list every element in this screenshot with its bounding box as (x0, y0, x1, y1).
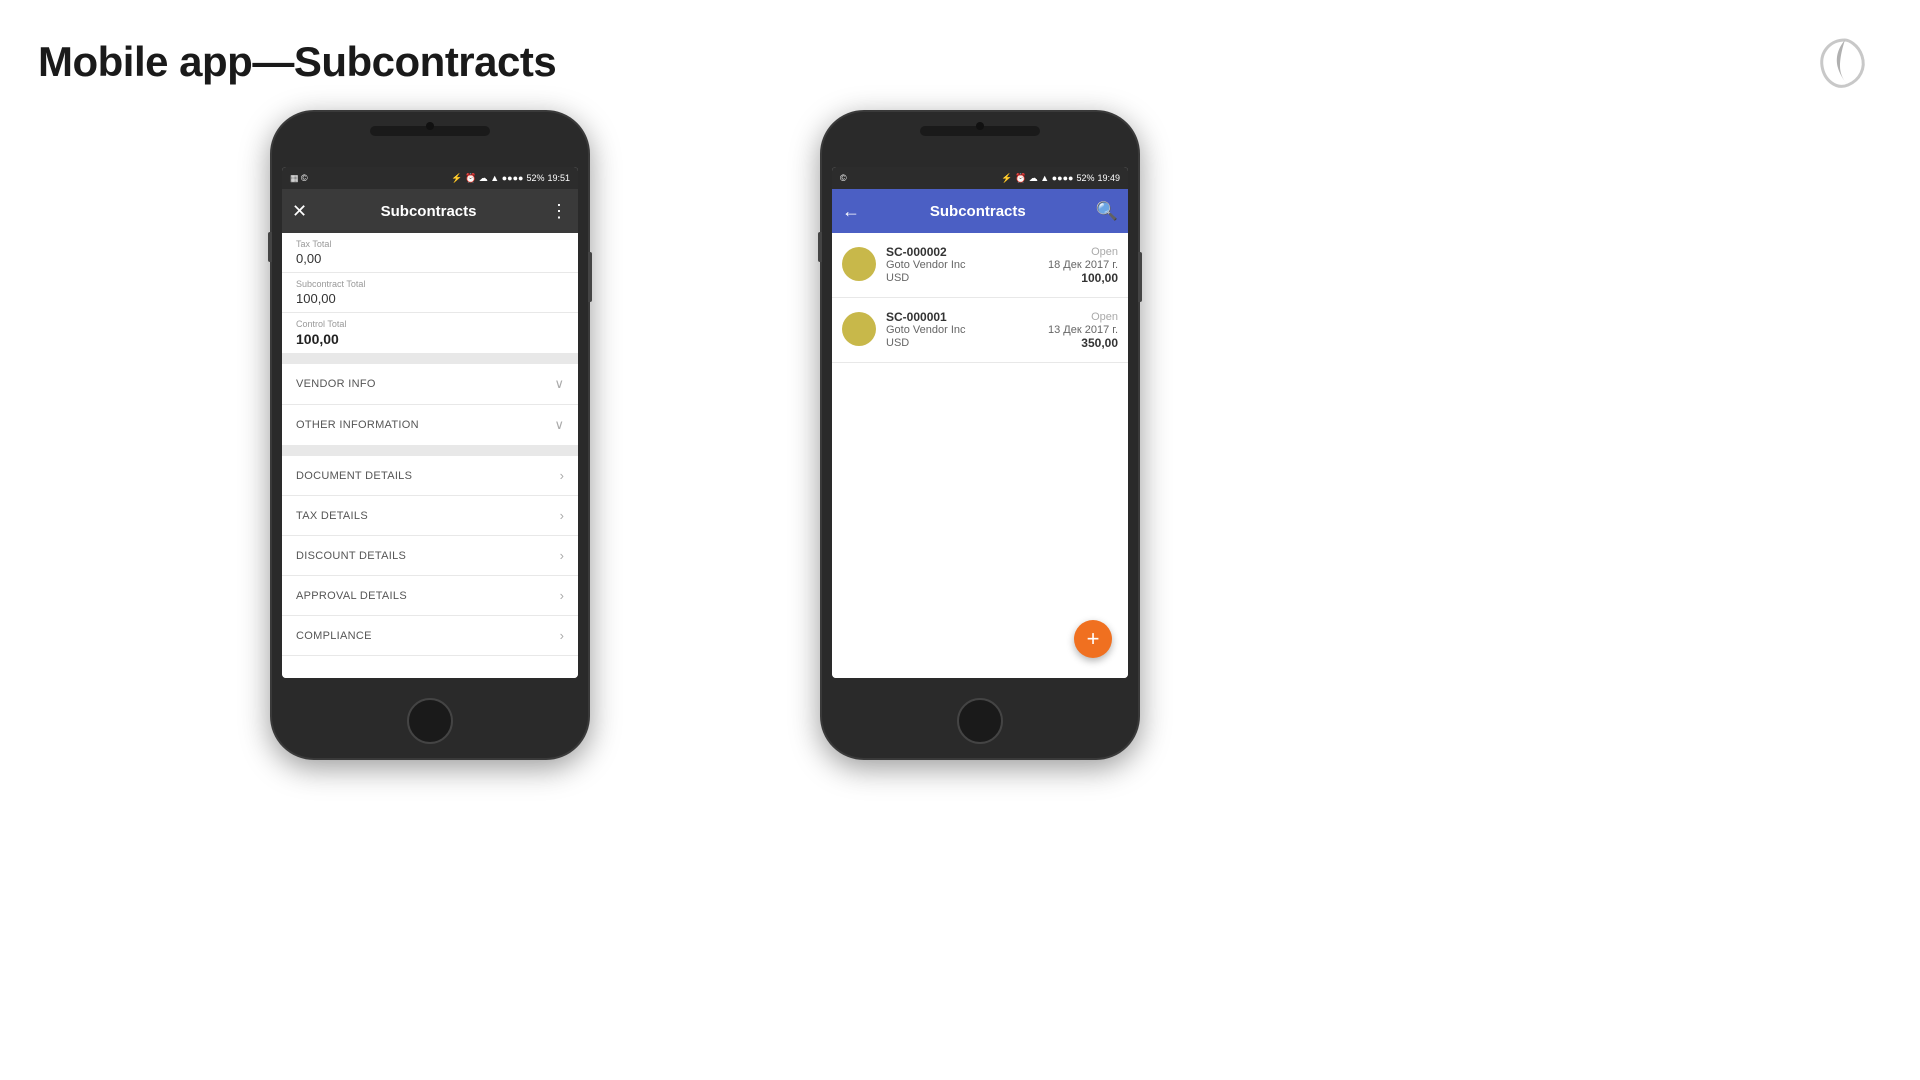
phone-screen-left: ▦ © ⚡ ⏰ ☁ ▲ ●●●● 52% 19:51 ✕ Subcontract… (282, 167, 578, 678)
approval-details-chevron-right-icon: › (560, 588, 564, 603)
phone-camera-right (976, 122, 984, 130)
document-details-chevron-right-icon: › (560, 468, 564, 483)
compliance-section[interactable]: COMPLIANCE › (282, 616, 578, 656)
status-time: 19:51 (547, 173, 570, 183)
company-logo (1810, 30, 1880, 100)
sc-currency-2: USD (886, 337, 909, 349)
status-icons-r: © (840, 173, 847, 183)
status-bar-right: © ⚡ ⏰ ☁ ▲ ●●●● 52% 19:49 (832, 167, 1128, 189)
other-information-chevron-down-icon: ∨ (554, 417, 564, 433)
control-total-field: Control Total 100,00 (282, 313, 578, 354)
sc-vendor-1: Goto Vendor Inc (886, 259, 966, 271)
header-title-right: Subcontracts (930, 203, 1026, 220)
sc-status-1: Open (1091, 246, 1118, 258)
avatar-sc-000002 (842, 247, 876, 281)
search-button[interactable]: 🔍 (1096, 201, 1118, 222)
approval-details-label: APPROVAL DETAILS (296, 590, 407, 602)
screen-content-left: Tax Total 0,00 Subcontract Total 100,00 … (282, 233, 578, 678)
document-details-label: DOCUMENT DETAILS (296, 470, 412, 482)
side-button-right-r (1138, 252, 1142, 302)
phone-right: © ⚡ ⏰ ☁ ▲ ●●●● 52% 19:49 ← Subcontracts … (820, 110, 1140, 760)
document-details-section[interactable]: DOCUMENT DETAILS › (282, 456, 578, 496)
status-network-r: ⚡ ⏰ ☁ ▲ ●●●● (1001, 173, 1073, 184)
control-total-value: 100,00 (296, 331, 564, 347)
tax-total-field: Tax Total 0,00 (282, 233, 578, 273)
home-button-right[interactable] (957, 698, 1003, 744)
status-time-r: 19:49 (1097, 173, 1120, 183)
tax-details-label: TAX DETAILS (296, 510, 368, 522)
vendor-info-section[interactable]: VENDOR INFO ∨ (282, 364, 578, 405)
sc-date-2: 13 Дек 2017 г. (1048, 324, 1118, 336)
tax-details-chevron-right-icon: › (560, 508, 564, 523)
vendor-info-chevron-down-icon: ∨ (554, 376, 564, 392)
list-item-sc-000001[interactable]: SC-000001 Open Goto Vendor Inc 13 Дек 20… (832, 298, 1128, 363)
sc-vendor-2: Goto Vendor Inc (886, 324, 966, 336)
home-button-left[interactable] (407, 698, 453, 744)
phone-left: ▦ © ⚡ ⏰ ☁ ▲ ●●●● 52% 19:51 ✕ Subcontract… (270, 110, 590, 760)
status-bar-left: ▦ © ⚡ ⏰ ☁ ▲ ●●●● 52% 19:51 (282, 167, 578, 189)
sc-amount-2: 350,00 (1081, 336, 1118, 350)
page-title: Mobile app—Subcontracts (38, 38, 556, 86)
side-button-left (268, 232, 272, 262)
status-icons: ▦ © (290, 173, 308, 184)
app-header-right: ← Subcontracts 🔍 (832, 189, 1128, 233)
list-item-sc-000002[interactable]: SC-000002 Open Goto Vendor Inc 18 Дек 20… (832, 233, 1128, 298)
subcontract-total-field: Subcontract Total 100,00 (282, 273, 578, 313)
other-information-label: OTHER INFORMATION (296, 419, 419, 431)
screen-content-right: SC-000002 Open Goto Vendor Inc 18 Дек 20… (832, 233, 1128, 678)
other-information-section[interactable]: OTHER INFORMATION ∨ (282, 405, 578, 446)
phone-screen-right: © ⚡ ⏰ ☁ ▲ ●●●● 52% 19:49 ← Subcontracts … (832, 167, 1128, 678)
tax-total-value: 0,00 (296, 251, 564, 266)
side-button-right (588, 252, 592, 302)
header-title-left: Subcontracts (381, 203, 477, 220)
sc-amount-1: 100,00 (1081, 271, 1118, 285)
tax-total-label: Tax Total (296, 239, 564, 249)
sc-status-2: Open (1091, 311, 1118, 323)
sc-currency-1: USD (886, 272, 909, 284)
subcontract-total-label: Subcontract Total (296, 279, 564, 289)
sc-number-2: SC-000001 (886, 310, 947, 324)
compliance-label: COMPLIANCE (296, 630, 372, 642)
menu-button[interactable]: ⋮ (550, 201, 568, 222)
subcontract-total-value: 100,00 (296, 291, 564, 306)
tax-details-section[interactable]: TAX DETAILS › (282, 496, 578, 536)
list-details-sc-000002: SC-000002 Open Goto Vendor Inc 18 Дек 20… (886, 245, 1118, 285)
discount-details-chevron-right-icon: › (560, 548, 564, 563)
status-battery-r: 52% (1076, 173, 1094, 183)
status-network: ⚡ ⏰ ☁ ▲ ●●●● (451, 173, 523, 184)
close-button[interactable]: ✕ (292, 201, 307, 222)
side-button-left-r (818, 232, 822, 262)
fab-add-button[interactable]: + (1074, 620, 1112, 658)
discount-details-label: DISCOUNT DETAILS (296, 550, 406, 562)
status-battery: 52% (526, 173, 544, 183)
app-header-left: ✕ Subcontracts ⋮ (282, 189, 578, 233)
sc-number-1: SC-000002 (886, 245, 947, 259)
vendor-info-label: VENDOR INFO (296, 378, 376, 390)
section-divider-2 (282, 446, 578, 456)
back-button[interactable]: ← (842, 201, 860, 222)
avatar-sc-000001 (842, 312, 876, 346)
discount-details-section[interactable]: DISCOUNT DETAILS › (282, 536, 578, 576)
approval-details-section[interactable]: APPROVAL DETAILS › (282, 576, 578, 616)
list-details-sc-000001: SC-000001 Open Goto Vendor Inc 13 Дек 20… (886, 310, 1118, 350)
phone-camera (426, 122, 434, 130)
section-divider-1 (282, 354, 578, 364)
compliance-chevron-right-icon: › (560, 628, 564, 643)
sc-date-1: 18 Дек 2017 г. (1048, 259, 1118, 271)
control-total-label: Control Total (296, 319, 564, 329)
